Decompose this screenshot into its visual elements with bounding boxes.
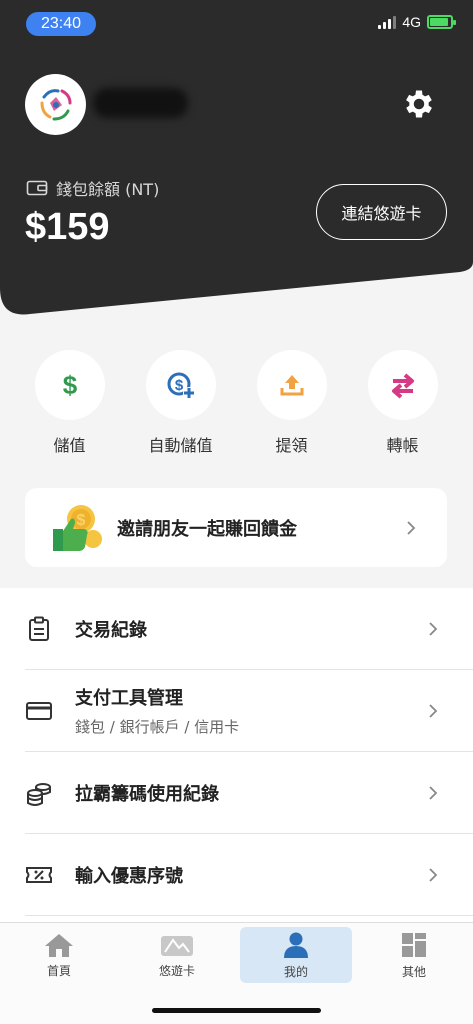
action-withdraw-label: 提領 xyxy=(275,436,308,455)
username-redacted xyxy=(93,88,188,118)
action-auto-topup[interactable]: $ 自動儲值 xyxy=(125,350,236,456)
action-transfer[interactable]: 轉帳 xyxy=(347,350,458,456)
user-icon xyxy=(284,932,308,958)
invite-banner[interactable]: $ 邀請朋友一起賺回饋金 xyxy=(25,488,447,567)
tab-easycard[interactable]: 悠遊卡 xyxy=(121,927,233,983)
link-card-button[interactable]: 連結悠遊卡 xyxy=(316,184,447,240)
menu-item-payment-tools-text: 支付工具管理 錢包 / 銀行帳戶 / 信用卡 xyxy=(75,684,423,737)
battery-icon xyxy=(427,15,456,29)
tab-mine-label: 我的 xyxy=(283,964,308,979)
header: 23:40 4G 錢包餘額 (NT) $159 連結悠遊卡 xyxy=(0,0,473,330)
svg-text:$: $ xyxy=(77,512,86,529)
gear-icon[interactable] xyxy=(401,86,437,122)
wallet-icon xyxy=(26,180,48,196)
menu-item-title: 支付工具管理 xyxy=(75,688,183,709)
svg-text:$: $ xyxy=(62,370,77,400)
menu-item-subtitle: 錢包 / 銀行帳戶 / 信用卡 xyxy=(75,718,240,736)
action-topup[interactable]: $ 儲值 xyxy=(14,350,125,456)
transfer-icon xyxy=(391,373,414,399)
menu-item-transactions-text: 交易紀錄 xyxy=(75,616,423,642)
menu-list: 交易紀錄 支付工具管理 錢包 / 銀行帳戶 / 信用卡 拉霸籌碼使用紀錄 輸入優… xyxy=(0,588,473,922)
coins-stack-icon xyxy=(27,782,51,806)
coupon-icon xyxy=(26,866,52,883)
action-withdraw[interactable]: 提領 xyxy=(236,350,347,456)
signal-icon xyxy=(378,15,397,29)
clipboard-icon xyxy=(29,616,49,641)
status-indicators: 4G xyxy=(378,14,456,30)
action-withdraw-circle xyxy=(256,350,327,420)
chevron-right-icon xyxy=(407,520,416,535)
menu-item-promo-code[interactable]: 輸入優惠序號 xyxy=(25,834,473,916)
balance-amount: $159 xyxy=(25,206,110,248)
svg-text:$: $ xyxy=(174,377,183,394)
action-transfer-circle xyxy=(367,350,438,420)
home-icon xyxy=(45,933,73,957)
tab-home-label: 首頁 xyxy=(46,963,71,978)
home-indicator xyxy=(152,1008,321,1013)
action-topup-label: 儲值 xyxy=(53,436,86,455)
avatar-logo-icon xyxy=(40,88,71,120)
menu-item-title: 輸入優惠序號 xyxy=(75,865,183,887)
menu-item-chip-records[interactable]: 拉霸籌碼使用紀錄 xyxy=(25,752,473,834)
chevron-right-icon xyxy=(429,867,438,882)
chevron-right-icon xyxy=(429,703,438,718)
status-time: 23:40 xyxy=(26,12,96,36)
chevron-right-icon xyxy=(429,621,438,636)
chevron-right-icon xyxy=(429,785,438,800)
wallet-balance-label: 錢包餘額 (NT) xyxy=(26,176,159,200)
quick-actions: $ 儲值 $ 自動儲值 提領 轉帳 xyxy=(0,350,473,456)
action-transfer-label: 轉帳 xyxy=(386,436,419,455)
grid-icon xyxy=(402,932,426,957)
menu-item-payment-tools[interactable]: 支付工具管理 錢包 / 銀行帳戶 / 信用卡 xyxy=(25,670,473,752)
tab-home[interactable]: 首頁 xyxy=(3,927,115,983)
action-auto-topup-circle: $ xyxy=(145,350,216,420)
menu-item-title: 交易紀錄 xyxy=(75,619,147,641)
auto-topup-icon: $ xyxy=(167,372,195,399)
tab-other-label: 其他 xyxy=(401,964,426,979)
tab-easycard-label: 悠遊卡 xyxy=(158,963,195,978)
thumbs-up-coin-icon: $ xyxy=(53,504,102,551)
menu-item-chip-records-text: 拉霸籌碼使用紀錄 xyxy=(75,780,423,806)
action-topup-circle: $ xyxy=(34,350,105,420)
menu-item-title: 拉霸籌碼使用紀錄 xyxy=(75,783,219,805)
network-label: 4G xyxy=(402,14,421,30)
card-icon xyxy=(161,935,193,956)
avatar[interactable] xyxy=(25,74,86,135)
menu-item-promo-code-text: 輸入優惠序號 xyxy=(75,862,423,888)
tab-mine[interactable]: 我的 xyxy=(240,927,352,983)
action-auto-topup-label: 自動儲值 xyxy=(148,436,213,455)
invite-label: 邀請朋友一起賺回饋金 xyxy=(117,518,297,540)
credit-card-icon xyxy=(26,701,52,720)
dollar-icon: $ xyxy=(62,370,77,400)
wallet-label-text: 錢包餘額 (NT) xyxy=(56,180,160,199)
menu-item-transactions[interactable]: 交易紀錄 xyxy=(25,588,473,670)
header-background xyxy=(0,0,473,315)
withdraw-icon xyxy=(280,375,303,396)
tab-other[interactable]: 其他 xyxy=(358,927,470,983)
